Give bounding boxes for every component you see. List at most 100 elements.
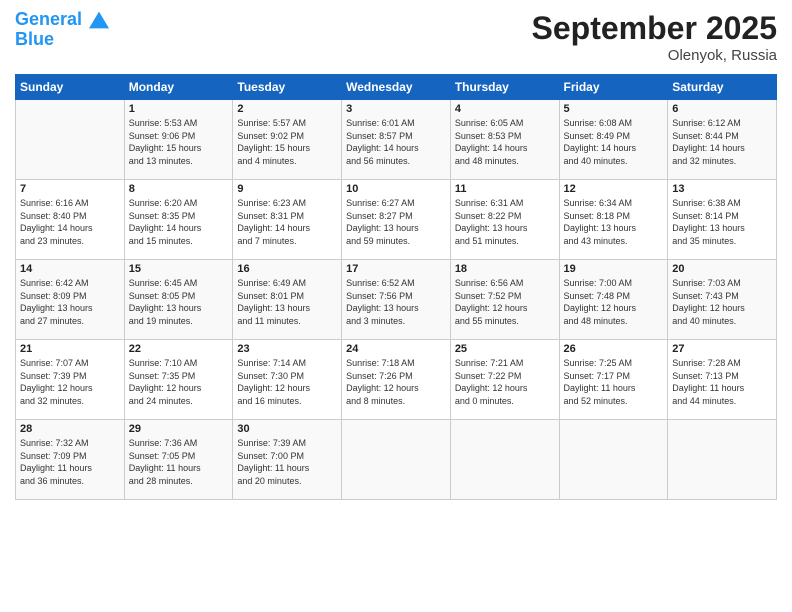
calendar-cell-w1d6: 13 Sunrise: 6:38 AM Sunset: 8:14 PM Dayli… bbox=[668, 180, 777, 260]
day-info: Sunrise: 6:56 AM Sunset: 7:52 PM Dayligh… bbox=[455, 277, 555, 327]
day-number: 16 bbox=[237, 263, 337, 275]
day-info: Sunrise: 6:20 AM Sunset: 8:35 PM Dayligh… bbox=[129, 197, 229, 247]
day-info: Sunrise: 6:05 AM Sunset: 8:53 PM Dayligh… bbox=[455, 117, 555, 167]
day-info: Sunrise: 7:00 AM Sunset: 7:48 PM Dayligh… bbox=[564, 277, 664, 327]
weekday-header-wednesday: Wednesday bbox=[342, 75, 451, 100]
calendar-cell-w2d5: 19 Sunrise: 7:00 AM Sunset: 7:48 PM Dayli… bbox=[559, 260, 668, 340]
calendar-cell-w0d5: 5 Sunrise: 6:08 AM Sunset: 8:49 PM Daylig… bbox=[559, 100, 668, 180]
day-number: 17 bbox=[346, 263, 446, 275]
day-number: 6 bbox=[672, 103, 772, 115]
calendar-cell-w1d2: 9 Sunrise: 6:23 AM Sunset: 8:31 PM Daylig… bbox=[233, 180, 342, 260]
day-info: Sunrise: 6:52 AM Sunset: 7:56 PM Dayligh… bbox=[346, 277, 446, 327]
calendar-table: SundayMondayTuesdayWednesdayThursdayFrid… bbox=[15, 74, 777, 500]
day-number: 21 bbox=[20, 343, 120, 355]
weekday-header-saturday: Saturday bbox=[668, 75, 777, 100]
calendar-cell-w3d5: 26Sunrise: 7:25 AM Sunset: 7:17 PM Dayli… bbox=[559, 340, 668, 420]
day-number: 10 bbox=[346, 183, 446, 195]
day-number: 9 bbox=[237, 183, 337, 195]
day-number: 22 bbox=[129, 343, 229, 355]
location: Olenyok, Russia bbox=[532, 47, 777, 64]
day-number: 13 bbox=[672, 183, 772, 195]
day-number: 29 bbox=[129, 423, 229, 435]
day-number: 20 bbox=[672, 263, 772, 275]
day-number: 12 bbox=[564, 183, 664, 195]
day-info: Sunrise: 7:10 AM Sunset: 7:35 PM Dayligh… bbox=[129, 357, 229, 407]
title-block: September 2025 Olenyok, Russia bbox=[532, 10, 777, 64]
weekday-header-tuesday: Tuesday bbox=[233, 75, 342, 100]
day-info: Sunrise: 7:39 AM Sunset: 7:00 PM Dayligh… bbox=[237, 437, 337, 487]
day-number: 23 bbox=[237, 343, 337, 355]
day-info: Sunrise: 6:49 AM Sunset: 8:01 PM Dayligh… bbox=[237, 277, 337, 327]
day-info: Sunrise: 7:28 AM Sunset: 7:13 PM Dayligh… bbox=[672, 357, 772, 407]
day-info: Sunrise: 6:31 AM Sunset: 8:22 PM Dayligh… bbox=[455, 197, 555, 247]
calendar-cell-w2d1: 15 Sunrise: 6:45 AM Sunset: 8:05 PM Dayli… bbox=[124, 260, 233, 340]
day-number: 14 bbox=[20, 263, 120, 275]
day-number: 28 bbox=[20, 423, 120, 435]
calendar-cell-w3d4: 25Sunrise: 7:21 AM Sunset: 7:22 PM Dayli… bbox=[450, 340, 559, 420]
day-info: Sunrise: 7:14 AM Sunset: 7:30 PM Dayligh… bbox=[237, 357, 337, 407]
day-info: Sunrise: 6:12 AM Sunset: 8:44 PM Dayligh… bbox=[672, 117, 772, 167]
page-header: General Blue September 2025 Olenyok, Rus… bbox=[15, 10, 777, 64]
calendar-cell-w0d2: 2 Sunrise: 5:57 AM Sunset: 9:02 PM Daylig… bbox=[233, 100, 342, 180]
logo: General Blue bbox=[15, 10, 109, 50]
day-number: 30 bbox=[237, 423, 337, 435]
week-row-1: 7 Sunrise: 6:16 AM Sunset: 8:40 PM Daylig… bbox=[16, 180, 777, 260]
day-info: Sunrise: 6:45 AM Sunset: 8:05 PM Dayligh… bbox=[129, 277, 229, 327]
calendar-cell-w3d6: 27 Sunrise: 7:28 AM Sunset: 7:13 PM Dayli… bbox=[668, 340, 777, 420]
day-number: 5 bbox=[564, 103, 664, 115]
day-number: 24 bbox=[346, 343, 446, 355]
calendar-cell-w0d0 bbox=[16, 100, 125, 180]
calendar-cell-w0d6: 6 Sunrise: 6:12 AM Sunset: 8:44 PM Daylig… bbox=[668, 100, 777, 180]
day-info: Sunrise: 6:34 AM Sunset: 8:18 PM Dayligh… bbox=[564, 197, 664, 247]
month-title: September 2025 bbox=[532, 10, 777, 47]
day-info: Sunrise: 7:18 AM Sunset: 7:26 PM Dayligh… bbox=[346, 357, 446, 407]
weekday-header-row: SundayMondayTuesdayWednesdayThursdayFrid… bbox=[16, 75, 777, 100]
calendar-cell-w1d0: 7 Sunrise: 6:16 AM Sunset: 8:40 PM Daylig… bbox=[16, 180, 125, 260]
day-number: 8 bbox=[129, 183, 229, 195]
week-row-0: 1 Sunrise: 5:53 AM Sunset: 9:06 PM Daylig… bbox=[16, 100, 777, 180]
day-number: 1 bbox=[129, 103, 229, 115]
logo-text: General bbox=[15, 10, 109, 30]
calendar-cell-w2d0: 14 Sunrise: 6:42 AM Sunset: 8:09 PM Dayli… bbox=[16, 260, 125, 340]
calendar-cell-w4d4 bbox=[450, 420, 559, 500]
day-number: 15 bbox=[129, 263, 229, 275]
logo-subtext: Blue bbox=[15, 30, 109, 50]
day-info: Sunrise: 6:42 AM Sunset: 8:09 PM Dayligh… bbox=[20, 277, 120, 327]
calendar-cell-w1d1: 8 Sunrise: 6:20 AM Sunset: 8:35 PM Daylig… bbox=[124, 180, 233, 260]
calendar-cell-w0d3: 3Sunrise: 6:01 AM Sunset: 8:57 PM Daylig… bbox=[342, 100, 451, 180]
day-number: 26 bbox=[564, 343, 664, 355]
calendar-cell-w4d5 bbox=[559, 420, 668, 500]
calendar-cell-w4d0: 28 Sunrise: 7:32 AM Sunset: 7:09 PM Dayli… bbox=[16, 420, 125, 500]
calendar-cell-w1d5: 12 Sunrise: 6:34 AM Sunset: 8:18 PM Dayli… bbox=[559, 180, 668, 260]
calendar-cell-w3d3: 24 Sunrise: 7:18 AM Sunset: 7:26 PM Dayli… bbox=[342, 340, 451, 420]
week-row-3: 21Sunrise: 7:07 AM Sunset: 7:39 PM Dayli… bbox=[16, 340, 777, 420]
day-number: 19 bbox=[564, 263, 664, 275]
week-row-4: 28 Sunrise: 7:32 AM Sunset: 7:09 PM Dayli… bbox=[16, 420, 777, 500]
day-number: 11 bbox=[455, 183, 555, 195]
day-info: Sunrise: 7:32 AM Sunset: 7:09 PM Dayligh… bbox=[20, 437, 120, 487]
calendar-cell-w1d4: 11 Sunrise: 6:31 AM Sunset: 8:22 PM Dayli… bbox=[450, 180, 559, 260]
day-info: Sunrise: 5:57 AM Sunset: 9:02 PM Dayligh… bbox=[237, 117, 337, 167]
calendar-cell-w2d4: 18 Sunrise: 6:56 AM Sunset: 7:52 PM Dayli… bbox=[450, 260, 559, 340]
day-info: Sunrise: 6:38 AM Sunset: 8:14 PM Dayligh… bbox=[672, 197, 772, 247]
day-info: Sunrise: 6:23 AM Sunset: 8:31 PM Dayligh… bbox=[237, 197, 337, 247]
day-number: 18 bbox=[455, 263, 555, 275]
day-info: Sunrise: 5:53 AM Sunset: 9:06 PM Dayligh… bbox=[129, 117, 229, 167]
day-number: 7 bbox=[20, 183, 120, 195]
day-info: Sunrise: 6:27 AM Sunset: 8:27 PM Dayligh… bbox=[346, 197, 446, 247]
day-number: 2 bbox=[237, 103, 337, 115]
calendar-cell-w0d1: 1 Sunrise: 5:53 AM Sunset: 9:06 PM Daylig… bbox=[124, 100, 233, 180]
calendar-cell-w3d0: 21Sunrise: 7:07 AM Sunset: 7:39 PM Dayli… bbox=[16, 340, 125, 420]
calendar-cell-w4d3 bbox=[342, 420, 451, 500]
day-info: Sunrise: 6:16 AM Sunset: 8:40 PM Dayligh… bbox=[20, 197, 120, 247]
calendar-cell-w4d2: 30 Sunrise: 7:39 AM Sunset: 7:00 PM Dayli… bbox=[233, 420, 342, 500]
day-number: 3 bbox=[346, 103, 446, 115]
calendar-cell-w3d1: 22 Sunrise: 7:10 AM Sunset: 7:35 PM Dayli… bbox=[124, 340, 233, 420]
day-number: 27 bbox=[672, 343, 772, 355]
day-info: Sunrise: 6:08 AM Sunset: 8:49 PM Dayligh… bbox=[564, 117, 664, 167]
calendar-cell-w2d3: 17 Sunrise: 6:52 AM Sunset: 7:56 PM Dayli… bbox=[342, 260, 451, 340]
calendar-cell-w4d6 bbox=[668, 420, 777, 500]
day-info: Sunrise: 7:21 AM Sunset: 7:22 PM Dayligh… bbox=[455, 357, 555, 407]
calendar-cell-w0d4: 4Sunrise: 6:05 AM Sunset: 8:53 PM Daylig… bbox=[450, 100, 559, 180]
week-row-2: 14 Sunrise: 6:42 AM Sunset: 8:09 PM Dayli… bbox=[16, 260, 777, 340]
